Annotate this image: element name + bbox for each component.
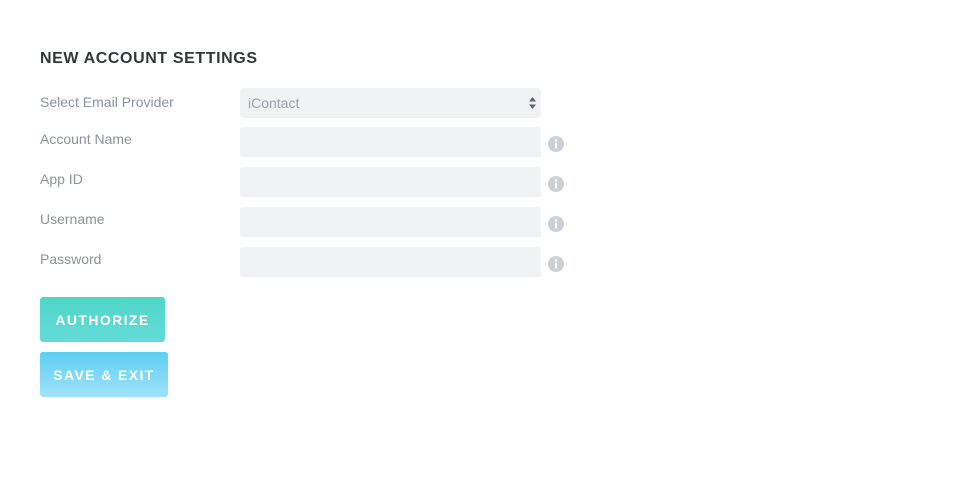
account-name-input[interactable] xyxy=(240,127,541,157)
email-provider-selected-value: iContact xyxy=(248,95,300,111)
username-row: Username xyxy=(40,207,580,237)
password-label: Password xyxy=(40,251,102,267)
username-label: Username xyxy=(40,211,105,227)
account-settings-page: NEW ACCOUNT SETTINGS Select Email Provid… xyxy=(0,0,960,478)
info-icon[interactable] xyxy=(548,216,564,232)
authorize-button[interactable]: AUTHORIZE xyxy=(40,297,165,342)
save-and-exit-button[interactable]: SAVE & EXIT xyxy=(40,352,168,397)
email-provider-select[interactable]: iContact xyxy=(240,88,541,118)
app-id-row: App ID xyxy=(40,167,580,197)
app-id-label: App ID xyxy=(40,171,83,187)
password-row: Password xyxy=(40,247,580,277)
info-icon[interactable] xyxy=(548,176,564,192)
section-title: NEW ACCOUNT SETTINGS xyxy=(40,50,258,67)
info-icon[interactable] xyxy=(548,256,564,272)
password-input[interactable] xyxy=(240,247,541,277)
provider-label: Select Email Provider xyxy=(40,94,174,110)
select-arrows-icon xyxy=(529,97,536,109)
info-icon[interactable] xyxy=(548,136,564,152)
account-name-row: Account Name xyxy=(40,127,580,157)
provider-row: Select Email Provider iContact xyxy=(40,88,580,118)
username-input[interactable] xyxy=(240,207,541,237)
app-id-input[interactable] xyxy=(240,167,541,197)
account-name-label: Account Name xyxy=(40,131,132,147)
